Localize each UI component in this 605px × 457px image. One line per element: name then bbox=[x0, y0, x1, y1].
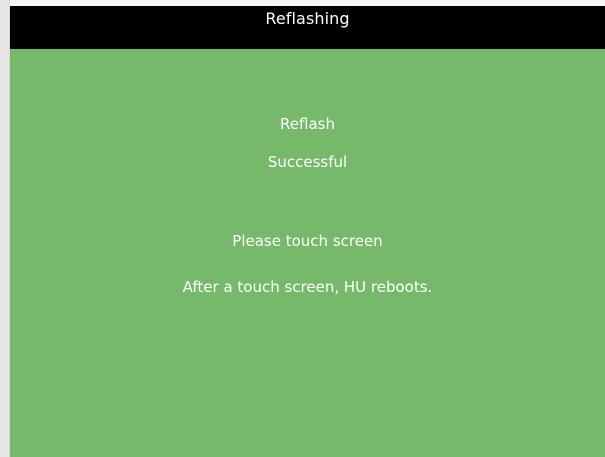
window-frame: Reflashing Reflash Successful Please tou… bbox=[0, 0, 605, 457]
reboot-note: After a touch screen, HU reboots. bbox=[182, 278, 433, 296]
left-border bbox=[0, 0, 10, 457]
touch-instruction: Please touch screen bbox=[232, 232, 383, 250]
title-bar: Reflashing bbox=[10, 6, 605, 49]
screen-title: Reflashing bbox=[265, 9, 350, 28]
touch-screen-area[interactable]: Reflash Successful Please touch screen A… bbox=[10, 49, 605, 457]
status-line-successful: Successful bbox=[267, 153, 348, 171]
head-unit-screen: Reflashing Reflash Successful Please tou… bbox=[10, 6, 605, 457]
status-line-reflash: Reflash bbox=[280, 115, 335, 133]
